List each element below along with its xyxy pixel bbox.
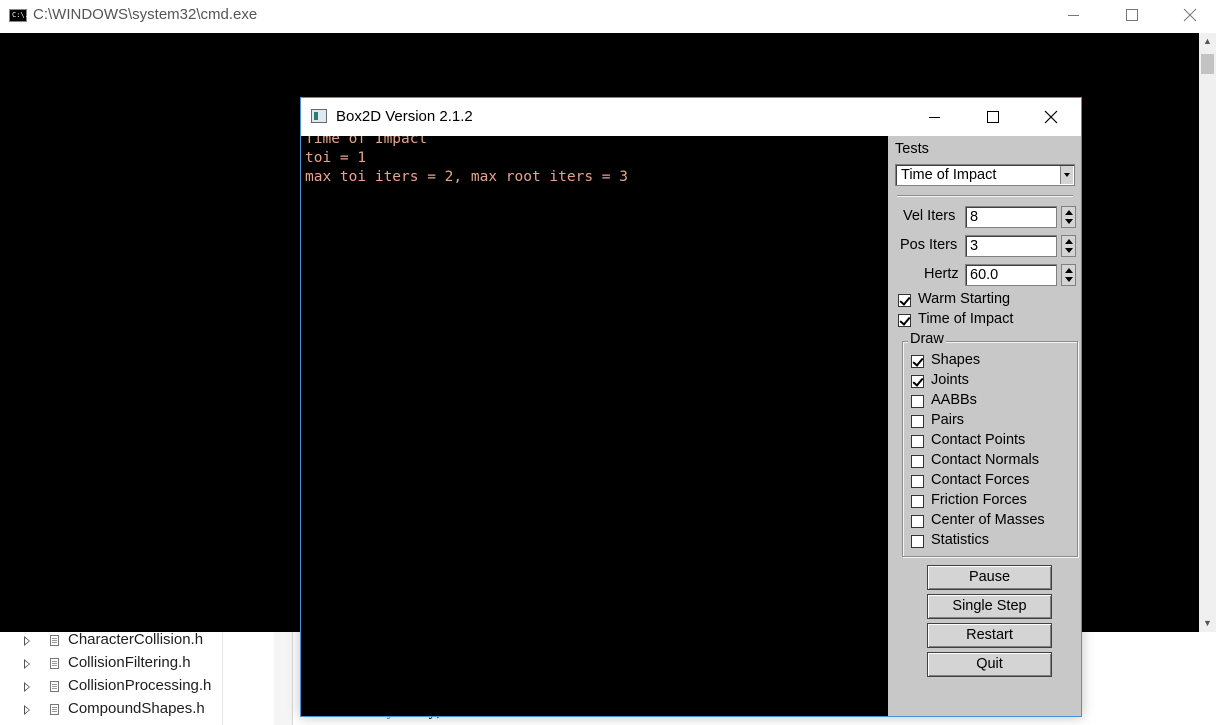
vel-iters-label: Vel Iters: [903, 208, 956, 224]
vel-iters-input[interactable]: 8: [965, 206, 1057, 228]
header-file-icon: [50, 681, 59, 692]
pause-button[interactable]: Pause: [927, 565, 1052, 590]
box2d-title: Box2D Version 2.1.2: [336, 108, 473, 125]
console-scrollbar[interactable]: ▲ ▼: [1199, 33, 1216, 632]
draw-joints-checkbox[interactable]: [911, 375, 924, 388]
hertz-label: Hertz: [924, 266, 959, 282]
tree-item-label: CollisionFiltering.h: [68, 654, 191, 671]
tree-item-label: CharacterCollision.h: [68, 631, 204, 648]
pos-iters-spinner[interactable]: [1061, 235, 1076, 257]
time-of-impact-checkbox[interactable]: [898, 314, 911, 327]
maximize-icon: [1126, 9, 1138, 21]
box2d-window: Box2D Version 2.1.2 Time of Impact toi =…: [300, 97, 1082, 717]
draw-group-label: Draw: [908, 331, 946, 347]
close-icon: [1044, 110, 1058, 124]
draw-aabbs-label: AABBs: [931, 392, 977, 408]
quit-button[interactable]: Quit: [927, 652, 1052, 677]
draw-shapes-label: Shapes: [931, 352, 981, 368]
draw-statistics-checkbox[interactable]: [911, 535, 924, 548]
box2d-close-button[interactable]: [1021, 98, 1081, 136]
hertz-spinner[interactable]: [1061, 264, 1076, 286]
draw-contact-points-label: Contact Points: [931, 432, 1026, 448]
header-file-icon: [50, 704, 59, 715]
console-icon: C:\.: [9, 9, 29, 22]
draw-friction-forces-label: Friction Forces: [931, 492, 1027, 508]
tree-item-compound-shapes[interactable]: CompoundShapes.h: [0, 699, 222, 722]
draw-center-of-masses-checkbox[interactable]: [911, 515, 924, 528]
draw-contact-normals-checkbox[interactable]: [911, 455, 924, 468]
warm-starting-checkbox[interactable]: [898, 294, 911, 307]
close-icon: [1183, 8, 1197, 22]
tree-item-label: CollisionProcessing.h: [68, 677, 212, 694]
control-panel: Tests Time of Impact Vel Iters 8 Pos Ite…: [888, 136, 1081, 716]
console-maximize-button[interactable]: [1102, 0, 1160, 32]
expand-arrow-icon[interactable]: [24, 705, 30, 715]
header-file-icon: [50, 635, 59, 646]
warm-starting-label: Warm Starting: [918, 291, 1011, 307]
canvas-toi-value: toi = 1: [305, 150, 367, 166]
draw-contact-points-checkbox[interactable]: [911, 435, 924, 448]
console-titlebar[interactable]: C:\. C:\WINDOWS\system32\cmd.exe: [0, 0, 1216, 33]
tree-item-character-collision[interactable]: CharacterCollision.h: [0, 630, 222, 653]
draw-aabbs-checkbox[interactable]: [911, 395, 924, 408]
time-of-impact-label: Time of Impact: [918, 311, 1014, 327]
canvas-iters-info: max toi iters = 2, max root iters = 3: [305, 169, 629, 185]
tests-label: Tests: [895, 141, 929, 157]
single-step-button[interactable]: Single Step: [927, 594, 1052, 619]
editor-gutter: [274, 632, 293, 725]
expand-arrow-icon[interactable]: [24, 659, 30, 669]
expand-arrow-icon[interactable]: [24, 636, 30, 646]
draw-pairs-label: Pairs: [931, 412, 965, 428]
hertz-input[interactable]: 60.0: [965, 264, 1057, 286]
draw-friction-forces-checkbox[interactable]: [911, 495, 924, 508]
chevron-down-icon[interactable]: [1060, 166, 1073, 184]
tree-item-label: CompoundShapes.h: [68, 700, 205, 717]
solution-explorer-tree: CharacterCollision.h CollisionFiltering.…: [0, 630, 223, 725]
tests-dropdown[interactable]: Time of Impact: [895, 164, 1075, 186]
draw-center-of-masses-label: Center of Masses: [931, 512, 1045, 528]
app-window-icon: [311, 109, 327, 123]
canvas-test-name: Time of Impact: [305, 136, 428, 147]
tree-item-collision-processing[interactable]: CollisionProcessing.h: [0, 676, 222, 699]
box2d-minimize-button[interactable]: [905, 98, 963, 136]
console-title: C:\WINDOWS\system32\cmd.exe: [33, 6, 258, 23]
pos-iters-input[interactable]: 3: [965, 235, 1057, 257]
draw-statistics-label: Statistics: [931, 532, 990, 548]
restart-button[interactable]: Restart: [927, 623, 1052, 648]
panel-separator: [897, 195, 1073, 197]
tests-selected-value: Time of Impact: [901, 167, 997, 183]
minimize-icon: [929, 117, 940, 118]
header-file-icon: [50, 658, 59, 669]
simulation-canvas[interactable]: Time of Impact toi = 1 max toi iters = 2…: [301, 136, 888, 716]
vel-iters-spinner[interactable]: [1061, 206, 1076, 228]
console-minimize-button[interactable]: [1044, 0, 1102, 32]
expand-arrow-icon[interactable]: [24, 682, 30, 692]
box2d-maximize-button[interactable]: [963, 98, 1021, 136]
console-icon-text: C:\.: [12, 11, 29, 19]
scrollbar-thumb[interactable]: [1201, 54, 1214, 74]
draw-contact-forces-label: Contact Forces: [931, 472, 1030, 488]
draw-shapes-checkbox[interactable]: [911, 355, 924, 368]
console-close-button[interactable]: [1160, 0, 1216, 32]
draw-pairs-checkbox[interactable]: [911, 415, 924, 428]
minimize-icon: [1068, 15, 1079, 16]
scroll-down-icon[interactable]: ▼: [1203, 618, 1212, 628]
box2d-titlebar[interactable]: Box2D Version 2.1.2: [301, 98, 1081, 136]
maximize-icon: [987, 111, 999, 123]
draw-contact-forces-checkbox[interactable]: [911, 475, 924, 488]
draw-contact-normals-label: Contact Normals: [931, 452, 1039, 468]
tree-item-collision-filtering[interactable]: CollisionFiltering.h: [0, 653, 222, 676]
pos-iters-label: Pos Iters: [900, 237, 958, 253]
scroll-up-icon[interactable]: ▲: [1203, 36, 1212, 46]
draw-joints-label: Joints: [931, 372, 969, 388]
